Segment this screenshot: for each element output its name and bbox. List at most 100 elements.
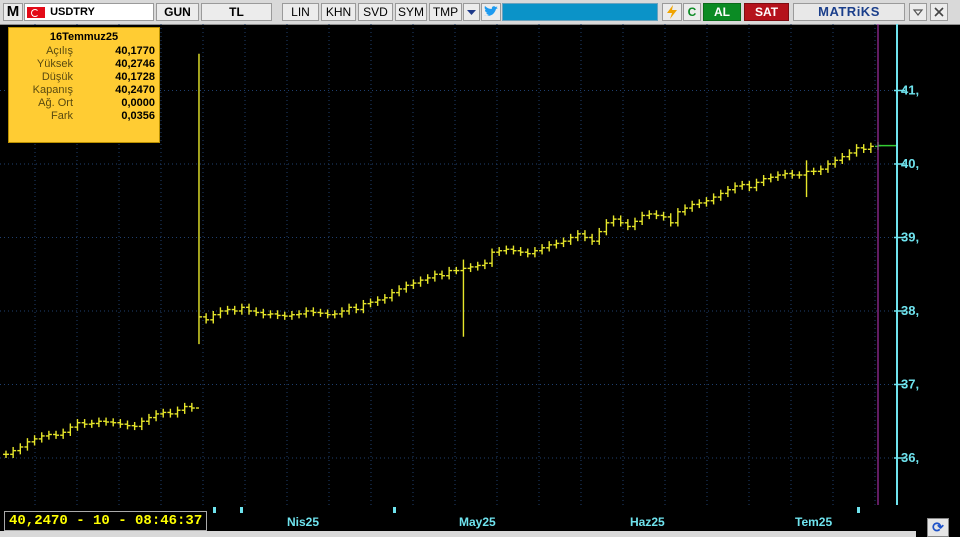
ohlc-bar bbox=[360, 299, 367, 314]
ohlc-bar bbox=[138, 417, 145, 431]
ohlc-bar bbox=[117, 419, 124, 428]
linear-scale-button[interactable]: LIN bbox=[282, 3, 319, 21]
refresh-c-icon[interactable]: C bbox=[683, 3, 701, 21]
ohlc-bar bbox=[274, 310, 281, 320]
ohlc-bar bbox=[467, 263, 474, 273]
event-marker bbox=[240, 507, 243, 513]
minimize-icon[interactable] bbox=[909, 3, 927, 21]
ohlc-info-box: 16Temmuz25 Açılış 40,1770 Yüksek 40,2746… bbox=[8, 27, 160, 143]
ohlc-bar bbox=[760, 175, 767, 187]
svd-button[interactable]: SVD bbox=[358, 3, 393, 21]
ohlc-bar bbox=[53, 430, 60, 439]
y-tick-label: 41, bbox=[901, 83, 919, 98]
ohlc-bar bbox=[503, 245, 510, 255]
ohlc-bar bbox=[817, 165, 824, 176]
ohlc-bar bbox=[853, 144, 860, 157]
ohlc-bar bbox=[231, 305, 238, 315]
khn-button[interactable]: KHN bbox=[321, 3, 356, 21]
ohlc-bar bbox=[188, 402, 195, 412]
info-row-open: Açılış 40,1770 bbox=[9, 45, 159, 58]
twitter-icon[interactable] bbox=[481, 3, 501, 21]
ohlc-bar bbox=[810, 167, 817, 176]
ohlc-bar bbox=[388, 288, 395, 302]
info-label: Yüksek bbox=[36, 58, 73, 70]
dropdown-arrow-icon[interactable] bbox=[463, 3, 480, 21]
ohlc-bar bbox=[667, 213, 674, 227]
ohlc-bar bbox=[639, 211, 646, 226]
horizontal-scrollbar[interactable] bbox=[0, 531, 916, 537]
y-tick-label: 40, bbox=[901, 156, 919, 171]
ohlc-bar bbox=[81, 419, 88, 428]
info-label: Açılış bbox=[46, 45, 73, 57]
ohlc-bar bbox=[338, 307, 345, 318]
ohlc-bar bbox=[824, 160, 831, 173]
ohlc-bar bbox=[203, 313, 210, 324]
ohlc-bar bbox=[424, 274, 431, 284]
info-row-high: Yüksek 40,2746 bbox=[9, 58, 159, 71]
ohlc-bar bbox=[246, 303, 253, 315]
ohlc-bar bbox=[439, 270, 445, 280]
ohlc-bar bbox=[860, 144, 867, 153]
y-tick-label: 36, bbox=[901, 450, 919, 465]
ohlc-bar bbox=[24, 438, 31, 451]
ohlc-bar bbox=[553, 239, 560, 249]
ohlc-bar bbox=[238, 303, 245, 315]
ohlc-bar bbox=[60, 428, 67, 439]
sym-button[interactable]: SYM bbox=[395, 3, 427, 21]
period-daily-button[interactable]: GUN bbox=[156, 3, 199, 21]
news-ticker-strip[interactable] bbox=[502, 3, 658, 21]
ohlc-bar bbox=[317, 308, 324, 317]
reload-icon[interactable]: ⟳ bbox=[927, 518, 949, 537]
ohlc-bar bbox=[524, 248, 531, 258]
ohlc-bar bbox=[653, 210, 660, 220]
y-tick-label: 38, bbox=[901, 303, 919, 318]
close-icon[interactable] bbox=[930, 3, 948, 21]
ohlc-bar bbox=[867, 142, 874, 153]
ohlc-bar bbox=[474, 261, 481, 271]
ohlc-bar bbox=[596, 227, 603, 245]
ohlc-bar bbox=[732, 182, 739, 194]
ohlc-bar bbox=[646, 210, 653, 220]
y-tick-label: 39, bbox=[901, 230, 919, 245]
ohlc-bar bbox=[367, 298, 374, 308]
ohlc-bar bbox=[589, 233, 596, 245]
flash-icon[interactable] bbox=[662, 3, 682, 21]
ohlc-bar bbox=[689, 200, 696, 212]
info-label: Kapanış bbox=[32, 84, 73, 96]
turkey-flag-icon bbox=[27, 6, 45, 18]
ohlc-bar bbox=[631, 217, 638, 231]
x-tick-label: Haz25 bbox=[630, 515, 665, 529]
ohlc-bar bbox=[774, 171, 781, 181]
info-date: 16Temmuz25 bbox=[49, 31, 119, 43]
ohlc-bar bbox=[253, 307, 260, 317]
buy-button[interactable]: AL bbox=[703, 3, 741, 21]
ohlc-bar bbox=[660, 211, 667, 221]
ohlc-bar bbox=[153, 410, 160, 422]
info-row-low: Düşük 40,1728 bbox=[9, 71, 159, 84]
ohlc-bar bbox=[531, 247, 538, 258]
tmp-button[interactable]: TMP bbox=[429, 3, 462, 21]
ohlc-bar bbox=[489, 248, 496, 267]
ohlc-bar bbox=[539, 244, 546, 255]
info-row-change: Fark 0,0356 bbox=[9, 110, 159, 123]
currency-tl-button[interactable]: TL bbox=[201, 3, 272, 21]
ohlc-bar bbox=[303, 307, 310, 318]
ohlc-bar bbox=[460, 259, 467, 337]
ohlc-bar bbox=[846, 149, 853, 161]
ohlc-bar bbox=[796, 171, 803, 179]
symbol-input[interactable]: USDTRY bbox=[24, 3, 154, 21]
info-label: Düşük bbox=[41, 71, 73, 83]
ohlc-bar bbox=[682, 204, 689, 216]
ohlc-bar bbox=[195, 53, 202, 409]
app-logo-button[interactable]: M bbox=[3, 3, 23, 21]
x-tick-label: May25 bbox=[459, 515, 496, 529]
ohlc-bar bbox=[839, 152, 846, 164]
sell-button[interactable]: SAT bbox=[744, 3, 789, 21]
ohlc-bar bbox=[782, 169, 789, 179]
ohlc-bar bbox=[288, 311, 295, 320]
ohlc-bar bbox=[95, 417, 102, 428]
ohlc-bar bbox=[431, 270, 438, 282]
info-value: 40,1728 bbox=[115, 71, 155, 83]
info-value: 40,2470 bbox=[115, 84, 155, 96]
ohlc-bar bbox=[310, 307, 317, 317]
